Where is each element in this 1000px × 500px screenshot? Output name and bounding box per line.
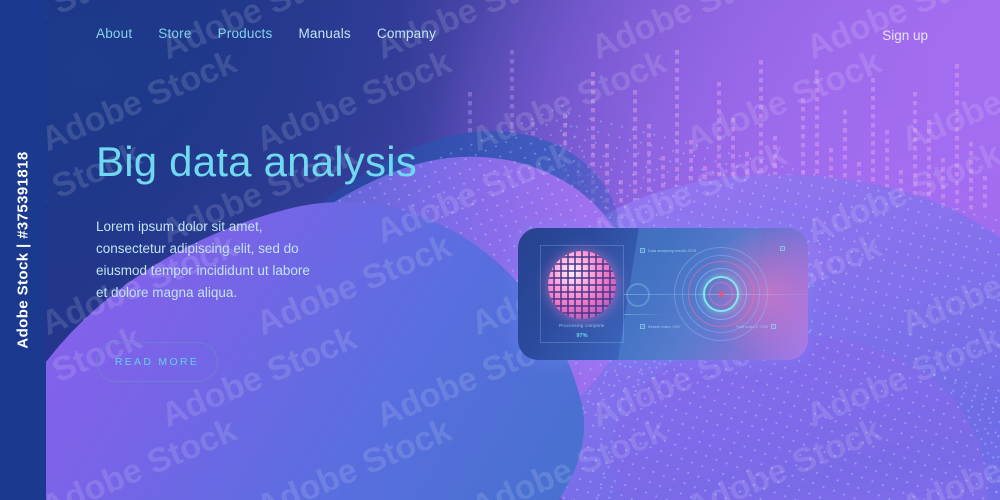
hero-content: Big data analysis Lorem ipsum dolor sit … xyxy=(96,138,436,382)
node-circle[interactable] xyxy=(626,283,650,307)
signup-link[interactable]: Sign up xyxy=(882,28,928,43)
hero-paragraph: Lorem ipsum dolor sit amet, consectetur … xyxy=(96,219,310,300)
watermark-text: Adobe Stock xyxy=(250,410,457,500)
radar-center-dot xyxy=(719,292,723,296)
square-icon xyxy=(640,248,645,253)
screen-corner-marker xyxy=(780,246,785,251)
watermark-text: Adobe Stock xyxy=(680,410,887,500)
radar-widget[interactable] xyxy=(615,246,808,342)
nav-links: About Store Products Manuals Company xyxy=(96,26,436,41)
page-title: Big data analysis xyxy=(96,138,417,185)
watermark-text: Adobe Stock xyxy=(800,318,1000,436)
top-navigation: About Store Products Manuals Company Sign up xyxy=(0,0,1000,64)
tablet-device[interactable]: Processing complete 97% Data analysing r… xyxy=(518,228,808,360)
stock-id-text: Adobe Stock | #375391818 xyxy=(14,151,32,349)
read-more-button[interactable]: READ MORE xyxy=(96,341,218,382)
hero-banner: Processing complete 97% Data analysing r… xyxy=(0,0,1000,500)
globe-longitude-lines xyxy=(548,251,616,319)
nav-item-store[interactable]: Store xyxy=(158,26,191,41)
watermark-text: Adobe Stock xyxy=(35,410,242,500)
square-icon xyxy=(780,246,785,251)
nav-item-products[interactable]: Products xyxy=(218,26,273,41)
nav-item-company[interactable]: Company xyxy=(377,26,436,41)
stock-watermark-bar: Adobe Stock | #375391818 xyxy=(0,0,46,500)
globe-percent: 97% xyxy=(576,333,588,339)
square-icon xyxy=(770,324,776,329)
nav-item-manuals[interactable]: Manuals xyxy=(298,26,350,41)
globe-icon xyxy=(548,251,616,319)
globe-widget[interactable]: Processing complete 97% xyxy=(540,245,624,343)
watermark-text: Adobe Stock xyxy=(465,410,672,500)
nav-item-about[interactable]: About xyxy=(96,26,132,41)
watermark-text: Adobe Stock xyxy=(895,411,1000,500)
square-icon xyxy=(640,324,645,329)
connector-line-2 xyxy=(624,314,664,315)
watermark-text: Adobe Stock xyxy=(800,134,1000,252)
globe-caption: Processing complete xyxy=(559,323,605,328)
